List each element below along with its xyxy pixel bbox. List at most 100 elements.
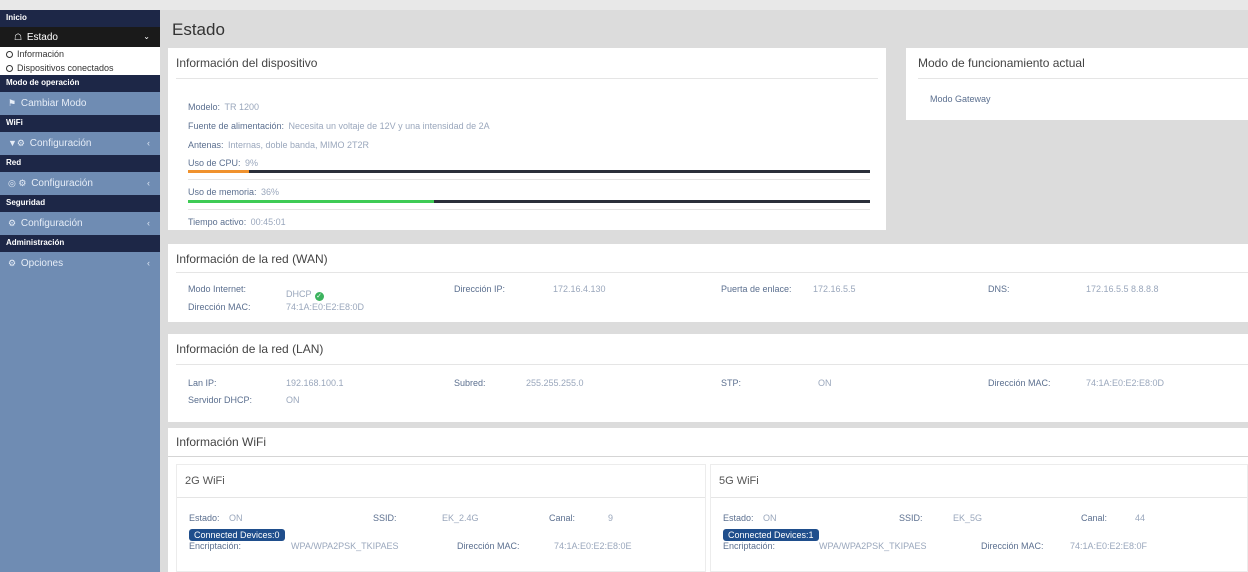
wifi-2g-mac-value: 74:1A:E0:E2:E8:0E <box>554 541 632 551</box>
lan-ip-label: Lan IP: <box>188 378 217 388</box>
sidebar-header-inicio[interactable]: Inicio <box>0 10 160 27</box>
sidebar-subitem-label: Información <box>17 49 65 59</box>
wifi-2g-panel: 2G WiFi Estado: ON SSID: EK_2.4G Canal: … <box>176 464 706 572</box>
wifi-5g-enc-label: Encriptación: <box>723 541 776 551</box>
wifi-2g-estado-value: ON <box>229 513 243 523</box>
wan-title: Información de la red (WAN) <box>176 252 328 266</box>
sidebar-header-label: Seguridad <box>6 198 46 207</box>
chevron-left-icon: ‹ <box>147 218 150 228</box>
wifi-2g-canal-label: Canal: <box>549 513 576 523</box>
wifi-5g-estado-label: Estado: <box>723 513 754 523</box>
page-title: Estado <box>172 20 225 39</box>
sidebar-item-wifi-config[interactable]: ▼⚙ Configuración ‹ <box>0 132 160 155</box>
divider <box>176 364 1248 365</box>
wan-dns-label: DNS: <box>988 284 1010 294</box>
lan-ip-value: 192.168.100.1 <box>286 378 344 388</box>
mode-value: Modo Gateway <box>930 94 991 104</box>
lan-dhcp-value: ON <box>286 395 300 405</box>
sidebar-item-opciones[interactable]: ⚙ Opciones ‹ <box>0 252 160 275</box>
wifi-5g-title: 5G WiFi <box>719 475 759 487</box>
wan-modo-value: DHCP <box>286 289 312 299</box>
lan-title: Información de la red (LAN) <box>176 342 324 356</box>
top-strip <box>0 0 1248 10</box>
check-circle-icon: ✓ <box>314 292 324 301</box>
wifi-2g-title: 2G WiFi <box>185 475 225 487</box>
sidebar-item-seg-config[interactable]: ⚙ Configuración ‹ <box>0 212 160 235</box>
sidebar-subitem-informacion[interactable]: Información <box>0 47 160 61</box>
cpu-label: Uso de CPU: <box>188 158 241 168</box>
main-content: Estado Información del dispositivo Model… <box>160 10 1248 572</box>
mem-value: 36% <box>260 187 279 197</box>
flag-icon: ⚑ <box>8 98 17 108</box>
sidebar-header-label: Red <box>6 158 22 167</box>
sidebar-item-label: Configuración <box>29 138 92 149</box>
wan-modo-label: Modo Internet: <box>188 284 247 294</box>
wifi-5g-estado-value: ON <box>763 513 777 523</box>
wifi-2g-devices-badge[interactable]: Connected Devices:0 <box>189 529 285 541</box>
fuente-value: Necesita un voltaje de 12V y una intensi… <box>288 121 490 131</box>
lan-card: Información de la red (LAN) Lan IP: 192.… <box>168 334 1248 422</box>
wifi-2g-estado-label: Estado: <box>189 513 220 523</box>
wifi-2g-ssid-value: EK_2.4G <box>442 513 479 523</box>
wifi-2g-canal-value: 9 <box>608 513 614 523</box>
cpu-progress-bar <box>188 170 870 173</box>
lan-subnet-value: 255.255.255.0 <box>526 378 584 388</box>
modelo-value: TR 1200 <box>224 102 260 112</box>
wan-mac-label: Dirección MAC: <box>188 302 251 312</box>
sidebar-header-label: Administración <box>6 238 65 247</box>
wifi-5g-canal-label: Canal: <box>1081 513 1108 523</box>
wifi-5g-devices-badge[interactable]: Connected Devices:1 <box>723 529 819 541</box>
wifi-2g-enc-value: WPA/WPA2PSK_TKIPAES <box>291 541 399 551</box>
wifi-2g-mac-label: Dirección MAC: <box>457 541 520 551</box>
lan-mac-value: 74:1A:E0:E2:E8:0D <box>1086 378 1165 388</box>
sidebar-header-admin: Administración <box>0 235 160 252</box>
modelo-label: Modelo: <box>188 102 221 112</box>
mem-progress-fill <box>188 200 434 203</box>
sidebar-subitem-dispositivos[interactable]: Dispositivos conectados <box>0 61 160 75</box>
antenas-value: Internas, doble banda, MIMO 2T2R <box>227 140 370 150</box>
chevron-left-icon: ‹ <box>147 178 150 188</box>
sidebar: Inicio ☖ Estado ⌄ Información Dispositiv… <box>0 10 160 572</box>
divider <box>176 78 878 79</box>
gears-icon: ⚙ <box>8 218 17 228</box>
mode-title: Modo de funcionamiento actual <box>918 56 1085 70</box>
sidebar-header-modo: Modo de operación <box>0 75 160 92</box>
sidebar-item-label: Opciones <box>20 258 64 269</box>
wifi-gear-icon: ▼⚙ <box>8 138 25 148</box>
wan-ip-value: 172.16.4.130 <box>553 284 606 294</box>
fuente-label: Fuente de alimentación: <box>188 121 285 131</box>
wifi-title: Información WiFi <box>176 435 267 449</box>
lan-stp-value: ON <box>818 378 832 388</box>
sidebar-item-red-config[interactable]: ◎ ⚙ Configuración ‹ <box>0 172 160 195</box>
wan-gw-value: 172.16.5.5 <box>813 284 856 294</box>
sidebar-header-label: Inicio <box>6 13 27 22</box>
divider <box>918 78 1248 79</box>
lan-stp-label: STP: <box>721 378 742 388</box>
wifi-card: Información WiFi 2G WiFi Estado: ON SSID… <box>168 428 1248 572</box>
lan-mac-label: Dirección MAC: <box>988 378 1051 388</box>
mode-card: Modo de funcionamiento actual Modo Gatew… <box>906 48 1248 120</box>
circle-icon <box>6 51 13 58</box>
wan-card: Información de la red (WAN) Modo Interne… <box>168 244 1248 322</box>
wifi-5g-ssid-value: EK_5G <box>953 513 983 523</box>
sidebar-header-red: Red <box>0 155 160 172</box>
wifi-5g-canal-value: 44 <box>1135 513 1146 523</box>
sidebar-item-label: Cambiar Modo <box>20 98 87 109</box>
antenas-label: Antenas: <box>188 140 224 150</box>
wan-gw-label: Puerta de enlace: <box>721 284 792 294</box>
wan-dns-value: 172.16.5.5 8.8.8.8 <box>1086 284 1159 294</box>
sidebar-header-wifi: WiFi <box>0 115 160 132</box>
divider <box>177 497 705 498</box>
wifi-5g-panel: 5G WiFi Estado: ON SSID: EK_5G Canal: 44… <box>710 464 1248 572</box>
sidebar-header-label: WiFi <box>6 118 23 127</box>
divider <box>188 179 870 180</box>
wan-ip-label: Dirección IP: <box>454 284 506 294</box>
sidebar-item-label: Configuración <box>31 178 93 189</box>
sidebar-item-estado[interactable]: ☖ Estado ⌄ <box>0 27 160 47</box>
divider <box>711 497 1247 498</box>
chevron-left-icon: ‹ <box>147 138 150 148</box>
gear-icon: ⚙ <box>8 258 17 268</box>
divider <box>176 272 1248 273</box>
sidebar-subitem-label: Dispositivos conectados <box>17 63 114 73</box>
sidebar-item-cambiar-modo[interactable]: ⚑ Cambiar Modo <box>0 92 160 115</box>
